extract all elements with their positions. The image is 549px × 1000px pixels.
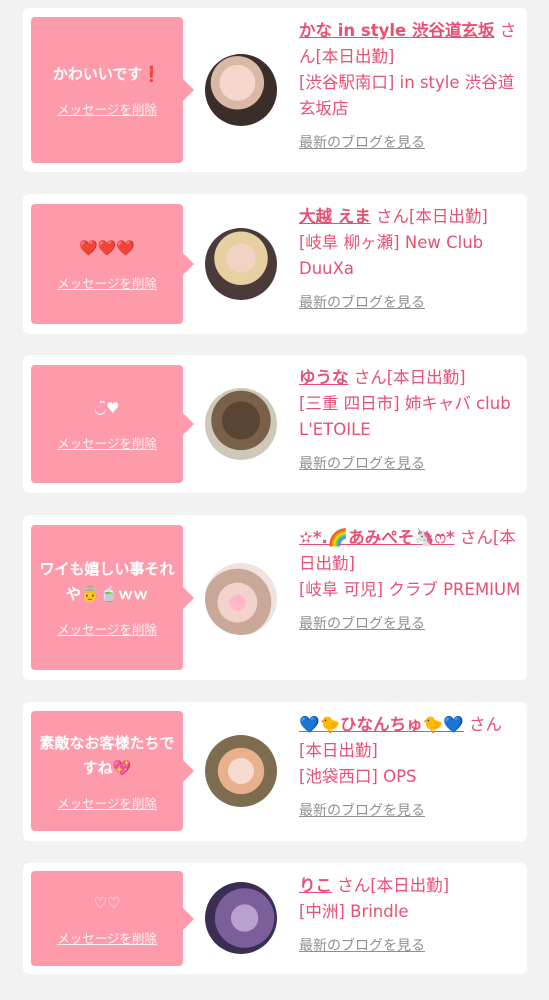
- cast-name-link[interactable]: ゆうな: [299, 368, 349, 387]
- message-text: 素敵なお客様たちですね💖: [39, 733, 175, 777]
- message-card: 素敵なお客様たちですね💖 メッセージを削除 💙🐤ひなんちゅ🐤💙 さん[本日出勤]…: [23, 702, 527, 841]
- cast-avatar[interactable]: [205, 228, 277, 300]
- cast-name-link[interactable]: りこ: [299, 876, 332, 895]
- message-text: ♡♡: [93, 893, 121, 912]
- cast-info: かな in style 渋谷道玄坂 さん[本日出勤] [渋谷駅南口] in st…: [299, 18, 521, 156]
- shop-name: [池袋西口] OPS: [299, 767, 417, 786]
- cast-info: 大越 えま さん[本日出勤] [岐阜 柳ヶ瀬] New Club DuuXa 最…: [299, 204, 521, 316]
- cast-name-link[interactable]: かな in style 渋谷道玄坂: [299, 21, 494, 40]
- delete-message-link[interactable]: メッセージを削除: [57, 273, 157, 292]
- latest-blog-link[interactable]: 最新のブログを見る: [299, 130, 521, 156]
- shop-name: [岐阜 可児] クラブ PREMIUM: [299, 580, 521, 599]
- cast-avatar[interactable]: [205, 388, 277, 460]
- message-card: ❤️❤️❤️ メッセージを削除 大越 えま さん[本日出勤] [岐阜 柳ヶ瀬] …: [23, 194, 527, 334]
- message-card: かわいいです❗ メッセージを削除 かな in style 渋谷道玄坂 さん[本日…: [23, 8, 527, 172]
- cast-info: 💙🐤ひなんちゅ🐤💙 さん[本日出勤] [池袋西口] OPS 最新のブログを見る: [299, 712, 521, 824]
- latest-blog-link[interactable]: 最新のブログを見る: [299, 933, 521, 959]
- message-text: ❤️❤️❤️: [78, 239, 136, 257]
- message-text: ワイも嬉しい事それや👵🍵ｗｗ: [39, 560, 175, 603]
- delete-message-link[interactable]: メッセージを削除: [57, 433, 157, 452]
- cast-info: りこ さん[本日出勤] [中洲] Brindle 最新のブログを見る: [299, 873, 521, 959]
- message-card: ◡̈♥ メッセージを削除 ゆうな さん[本日出勤] [三重 四日市] 姉キャバ …: [23, 355, 527, 493]
- shop-name: [渋谷駅南口] in style 渋谷道玄坂店: [299, 73, 515, 118]
- shop-name: [三重 四日市] 姉キャバ club L'ETOILE: [299, 394, 511, 439]
- message-card: ♡♡ メッセージを削除 りこ さん[本日出勤] [中洲] Brindle 最新の…: [23, 863, 527, 974]
- latest-blog-link[interactable]: 最新のブログを見る: [299, 798, 521, 824]
- message-bubble: かわいいです❗ メッセージを削除: [31, 17, 194, 163]
- cast-name-link[interactable]: ✫*.🌈あみぺそ🦄ෆ*: [299, 528, 455, 547]
- shop-name: [中洲] Brindle: [299, 902, 409, 921]
- cast-avatar[interactable]: [205, 735, 277, 807]
- cast-info: ✫*.🌈あみぺそ🦄ෆ* さん[本日出勤] [岐阜 可児] クラブ PREMIUM…: [299, 525, 521, 637]
- delete-message-link[interactable]: メッセージを削除: [57, 619, 157, 638]
- message-bubble: ♡♡ メッセージを削除: [31, 871, 194, 966]
- cast-name-link[interactable]: 💙🐤ひなんちゅ🐤💙: [299, 715, 464, 734]
- message-bubble: ワイも嬉しい事それや👵🍵ｗｗ メッセージを削除: [31, 525, 194, 670]
- attendance-status: さん[本日出勤]: [353, 368, 466, 387]
- cast-avatar[interactable]: [205, 882, 277, 954]
- message-card: ワイも嬉しい事それや👵🍵ｗｗ メッセージを削除 ✫*.🌈あみぺそ🦄ෆ* さん[本…: [23, 515, 527, 680]
- message-text: かわいいです❗: [52, 65, 162, 83]
- latest-blog-link[interactable]: 最新のブログを見る: [299, 611, 521, 637]
- shop-name: [岐阜 柳ヶ瀬] New Club DuuXa: [299, 233, 484, 278]
- cast-avatar[interactable]: [205, 563, 277, 635]
- latest-blog-link[interactable]: 最新のブログを見る: [299, 451, 521, 477]
- delete-message-link[interactable]: メッセージを削除: [57, 928, 157, 947]
- cast-avatar[interactable]: [205, 54, 277, 126]
- delete-message-link[interactable]: メッセージを削除: [57, 793, 157, 812]
- message-bubble: ◡̈♥ メッセージを削除: [31, 365, 194, 483]
- cast-name-link[interactable]: 大越 えま: [299, 207, 371, 226]
- attendance-status: さん[本日出勤]: [376, 207, 488, 226]
- cast-info: ゆうな さん[本日出勤] [三重 四日市] 姉キャバ club L'ETOILE…: [299, 365, 521, 477]
- delete-message-link[interactable]: メッセージを削除: [57, 99, 157, 118]
- message-bubble: ❤️❤️❤️ メッセージを削除: [31, 204, 194, 324]
- message-bubble: 素敵なお客様たちですね💖 メッセージを削除: [31, 711, 194, 831]
- latest-blog-link[interactable]: 最新のブログを見る: [299, 290, 521, 316]
- message-text: ◡̈♥: [94, 399, 120, 417]
- attendance-status: さん[本日出勤]: [337, 876, 450, 895]
